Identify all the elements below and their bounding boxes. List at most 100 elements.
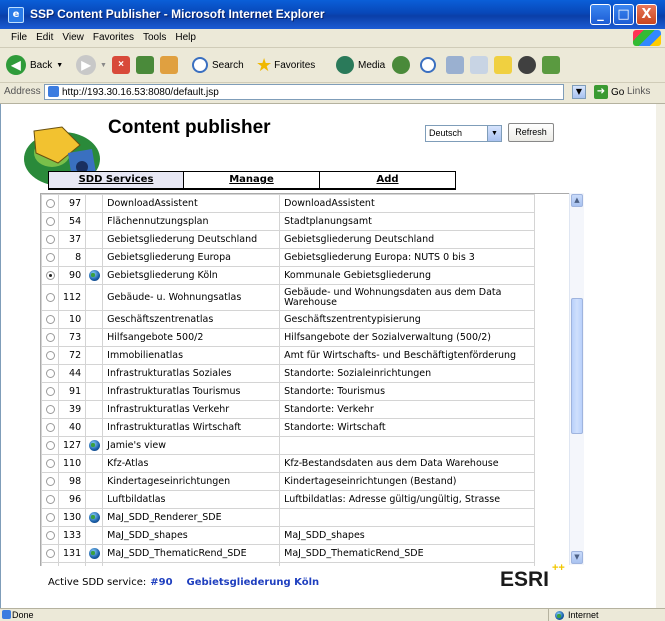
internet-globe-icon <box>555 610 564 620</box>
service-radio[interactable] <box>45 513 55 522</box>
service-radio[interactable] <box>45 217 55 226</box>
table-row[interactable]: 40 Infrastrukturatlas Wirtschaft Standorte… <box>41 418 536 437</box>
favorites-button[interactable]: ★ Favorites <box>256 53 315 77</box>
table-scrollbar[interactable]: ▲ ▼ <box>569 193 584 565</box>
address-dropdown-icon[interactable]: ▼ <box>572 85 586 99</box>
service-radio[interactable] <box>45 477 55 486</box>
service-radio[interactable] <box>45 423 55 432</box>
service-name: Jamie's view <box>102 436 281 455</box>
page-scrollbar[interactable] <box>656 104 665 608</box>
tab-manage[interactable]: Manage <box>184 171 320 190</box>
service-radio[interactable] <box>45 351 55 360</box>
links-label[interactable]: Links <box>627 86 650 97</box>
tab-add[interactable]: Add <box>320 171 456 190</box>
close-button[interactable]: X <box>636 4 657 25</box>
icon-cell <box>85 436 104 455</box>
service-radio[interactable] <box>45 549 55 558</box>
service-radio[interactable] <box>45 531 55 540</box>
menu-view[interactable]: View <box>62 32 84 43</box>
table-row[interactable]: 10 Geschäftszentrenatlas Geschäftszentrent… <box>41 310 536 329</box>
address-input[interactable]: http://193.30.16.53:8080/default.jsp <box>44 84 564 100</box>
language-select[interactable]: Deutsch ▼ <box>425 125 502 142</box>
table-row[interactable]: 39 Infrastrukturatlas Verkehr Standorte: V… <box>41 400 536 419</box>
messenger-button[interactable] <box>518 53 536 77</box>
service-id: 54 <box>57 212 87 231</box>
menu-favorites[interactable]: Favorites <box>93 32 134 43</box>
search-button[interactable]: Search <box>192 53 244 77</box>
page-title: Content publisher <box>108 117 271 138</box>
table-row[interactable]: 130 MaJ_SDD_Renderer_SDE <box>41 508 536 527</box>
back-button[interactable]: ◀ Back ▼ <box>6 53 63 77</box>
menu-help[interactable]: Help <box>175 32 196 43</box>
home-button[interactable] <box>160 53 178 77</box>
service-name: Gebietsgliederung Europa <box>102 248 281 267</box>
service-radio[interactable] <box>45 271 55 280</box>
tab-sdd-services[interactable]: SDD Services <box>48 171 184 190</box>
service-radio[interactable] <box>45 293 55 302</box>
service-name: Immobilienatlas <box>102 346 281 365</box>
table-row[interactable]: 112 Gebäude- u. Wohnungsatlas Gebäude- und… <box>41 284 536 311</box>
forward-button[interactable]: ▶ ▼ <box>76 53 107 77</box>
service-radio[interactable] <box>45 441 55 450</box>
table-row[interactable]: 110 Kfz-Atlas Kfz-Bestandsdaten aus dem Da… <box>41 454 536 473</box>
windows-logo-icon <box>633 30 661 46</box>
mail-button[interactable] <box>420 53 436 77</box>
media-button[interactable]: Media <box>336 53 385 77</box>
table-row[interactable]: 127 Jamie's view <box>41 436 536 455</box>
service-name: Luftbildatlas <box>102 490 281 509</box>
menu-tools[interactable]: Tools <box>143 32 166 43</box>
service-name: Kfz-Atlas <box>102 454 281 473</box>
service-description: Gebäude- und Wohnungsdaten aus dem Data … <box>279 284 536 311</box>
table-row[interactable]: 73 Hilfsangebote 500/2 Hilfsangebote der S… <box>41 328 536 347</box>
history-button[interactable] <box>392 53 410 77</box>
service-radio[interactable] <box>45 235 55 244</box>
icon-cell <box>85 364 104 383</box>
zone-label: Internet <box>568 610 599 620</box>
radio-cell <box>41 328 59 347</box>
table-row[interactable]: 98 Kindertageseinrichtungen Kindertagesein… <box>41 472 536 491</box>
scroll-thumb[interactable] <box>571 298 583 434</box>
radio-cell <box>41 436 59 455</box>
table-row[interactable]: 8 Gebietsgliederung Europa Gebietsgliederu… <box>41 248 536 267</box>
icon-cell <box>85 544 104 563</box>
go-button[interactable]: ➜ Go <box>594 85 624 99</box>
radio-cell <box>41 230 59 249</box>
refresh-button[interactable]: Refresh <box>508 123 554 142</box>
stop-button[interactable]: × <box>112 53 130 77</box>
menu-edit[interactable]: Edit <box>36 32 53 43</box>
table-row[interactable]: 133 MaJ_SDD_shapes MaJ_SDD_shapes <box>41 526 536 545</box>
table-row[interactable]: 131 MaJ_SDD_ThematicRend_SDE MaJ_SDD_Thema… <box>41 544 536 563</box>
scroll-down-icon[interactable]: ▼ <box>571 551 583 564</box>
discuss-button[interactable] <box>494 53 512 77</box>
service-radio[interactable] <box>45 459 55 468</box>
menu-file[interactable]: File <box>11 32 27 43</box>
service-radio[interactable] <box>45 253 55 262</box>
service-radio[interactable] <box>45 369 55 378</box>
table-row[interactable]: 91 Infrastrukturatlas Tourismus Standorte:… <box>41 382 536 401</box>
scroll-up-icon[interactable]: ▲ <box>571 194 583 207</box>
service-radio[interactable] <box>45 315 55 324</box>
esri-plus: ++ <box>552 562 565 574</box>
table-row[interactable]: 132 MaJ_SDD_ThematicRend_SHPMaJ_SDD_Thema… <box>41 562 536 566</box>
minimize-button[interactable]: _ <box>590 4 611 25</box>
service-id: 37 <box>57 230 87 249</box>
service-radio[interactable] <box>45 405 55 414</box>
service-radio[interactable] <box>45 333 55 342</box>
table-row[interactable]: 44 Infrastrukturatlas Soziales Standorte: … <box>41 364 536 383</box>
service-radio[interactable] <box>45 387 55 396</box>
address-label: Address <box>4 86 41 97</box>
service-radio[interactable] <box>45 199 55 208</box>
service-radio[interactable] <box>45 495 55 504</box>
table-row[interactable]: 54 Flächennutzungsplan Stadtplanungsamt <box>41 212 536 231</box>
table-row[interactable]: 90 Gebietsgliederung Köln Kommunale Gebiet… <box>41 266 536 285</box>
table-row[interactable]: 37 Gebietsgliederung Deutschland Gebietsgl… <box>41 230 536 249</box>
print-button[interactable] <box>446 53 464 77</box>
table-row[interactable]: 97 DownloadAssistent DownloadAssistent <box>41 194 536 213</box>
research-button[interactable] <box>542 53 560 77</box>
refresh-page-button[interactable] <box>136 53 154 77</box>
maximize-button[interactable]: □ <box>613 4 634 25</box>
status-bar: Done Internet <box>0 608 665 621</box>
edit-button[interactable] <box>470 53 488 77</box>
table-row[interactable]: 96 Luftbildatlas Luftbildatlas: Adresse gü… <box>41 490 536 509</box>
table-row[interactable]: 72 Immobilienatlas Amt für Wirtschafts- un… <box>41 346 536 365</box>
